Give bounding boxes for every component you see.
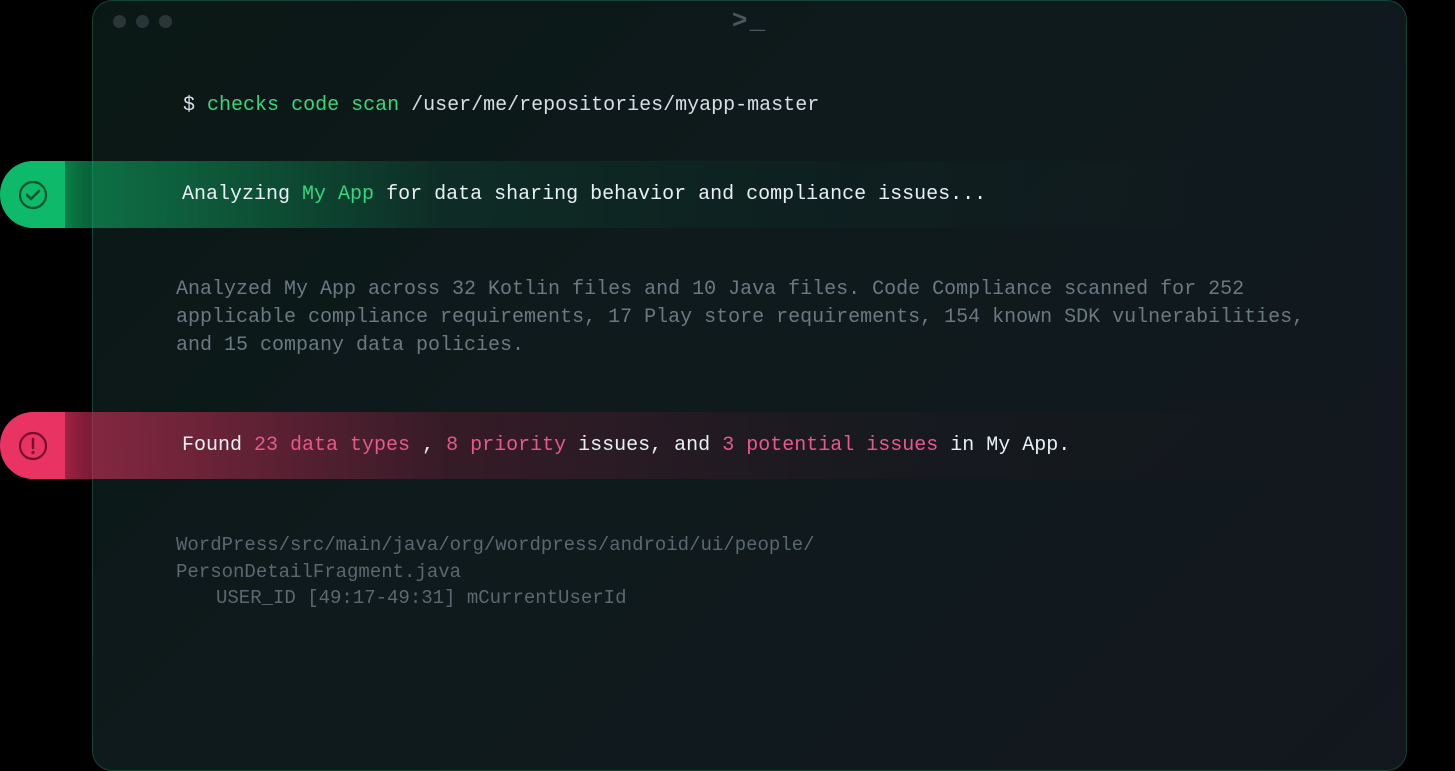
minimize-button[interactable] (136, 15, 149, 28)
findings-banner: Found 23 data types , 8 priority issues,… (0, 412, 1455, 479)
command-scan: scan (351, 94, 399, 117)
findings-sep1: , (422, 434, 434, 457)
close-button[interactable] (113, 15, 126, 28)
command-checks: checks (207, 94, 279, 117)
analyzing-prefix: Analyzing (182, 183, 290, 206)
command-path: /user/me/repositories/myapp-master (411, 94, 819, 117)
checkmark-circle-icon (17, 179, 49, 211)
terminal-prompt-icon: >_ (732, 6, 767, 36)
analyzing-suffix: for data sharing behavior and compliance… (386, 183, 986, 206)
findings-priority: 8 priority (446, 434, 566, 457)
prompt-symbol: $ (183, 94, 195, 117)
titlebar: >_ (93, 1, 1406, 41)
output-line-3: USER_ID [49:17-49:31] mCurrentUserId (176, 585, 815, 612)
window-controls (113, 15, 172, 28)
terminal-window: >_ $ checks code scan /user/me/repositor… (92, 0, 1407, 771)
output-line-2: PersonDetailFragment.java (176, 559, 815, 586)
warning-badge (0, 412, 65, 479)
alert-circle-icon (17, 430, 49, 462)
findings-data-types: 23 data types (254, 434, 410, 457)
findings-mid: issues, and (578, 434, 710, 457)
command-line: $ checks code scan /user/me/repositories… (183, 91, 1316, 121)
code-output: WordPress/src/main/java/org/wordpress/an… (176, 532, 815, 612)
analysis-summary: Analyzed My App across 32 Kotlin files a… (176, 276, 1326, 360)
terminal-content: $ checks code scan /user/me/repositories… (93, 41, 1406, 121)
findings-suffix: in My App. (950, 434, 1070, 457)
analyzing-app-name: My App (302, 183, 374, 206)
findings-potential: 3 potential issues (722, 434, 938, 457)
findings-text: Found 23 data types , 8 priority issues,… (182, 434, 1070, 457)
analyzing-text: Analyzing My App for data sharing behavi… (182, 183, 986, 206)
findings-prefix: Found (182, 434, 242, 457)
output-line-1: WordPress/src/main/java/org/wordpress/an… (176, 532, 815, 559)
command-code: code (291, 94, 339, 117)
success-badge (0, 161, 65, 228)
maximize-button[interactable] (159, 15, 172, 28)
analyzing-banner: Analyzing My App for data sharing behavi… (0, 161, 1455, 228)
